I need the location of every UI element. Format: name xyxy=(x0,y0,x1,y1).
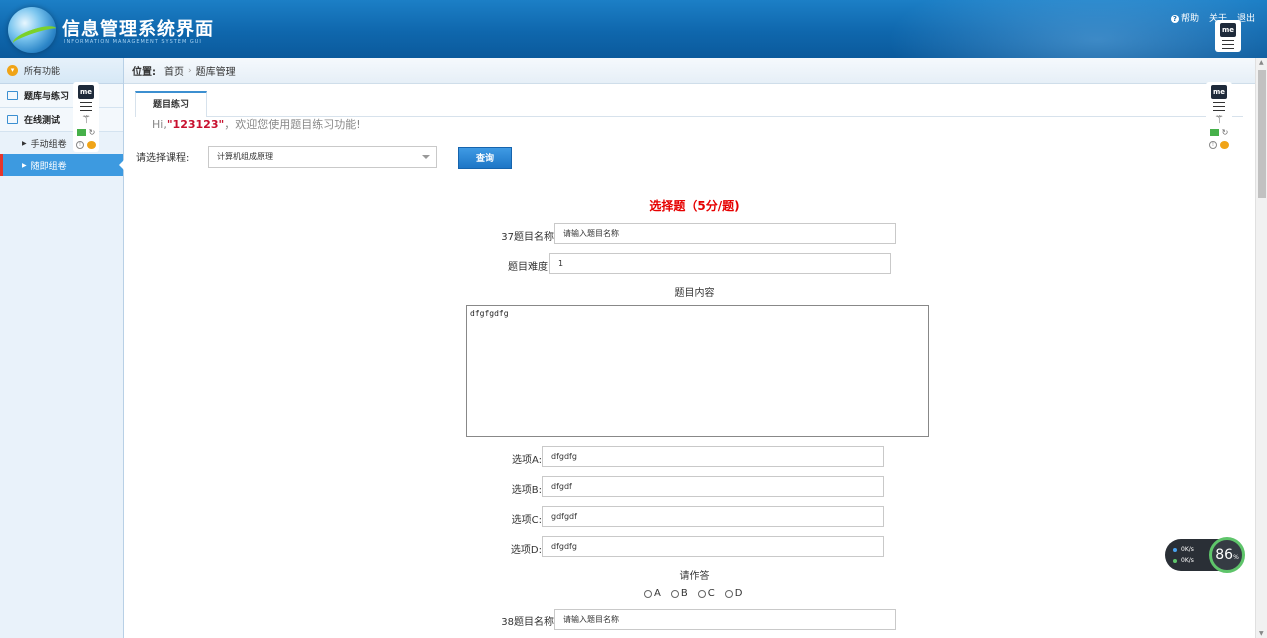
edit-icon xyxy=(7,115,18,124)
content-textarea[interactable]: dfgfgdfg xyxy=(466,305,929,437)
refresh-icon[interactable]: ↻ xyxy=(89,128,96,138)
option-c-input[interactable]: gdfgdf xyxy=(542,506,884,527)
answer-radio-a[interactable]: A xyxy=(644,588,661,599)
sidebar-group-online-test[interactable]: 在线测试 xyxy=(0,108,123,132)
scroll-down-icon[interactable]: ▼ xyxy=(1259,630,1264,637)
chevron-down-icon: ▾ xyxy=(7,65,18,76)
me-widget-left[interactable]: me ⚚ ↻ ! xyxy=(73,82,99,152)
breadcrumb-home[interactable]: 首页 xyxy=(164,63,184,78)
app-subtitle: INFORMATION MANAGEMENT SYSTEM GUI xyxy=(64,39,202,45)
app-title: 信息管理系统界面 xyxy=(62,19,214,40)
download-dot-icon xyxy=(1173,558,1177,563)
user-name: "123123" xyxy=(166,118,225,131)
logo-icon xyxy=(8,7,56,53)
top-links: ? 帮助 关于 退出 xyxy=(1170,11,1255,24)
option-b-label: 选项B: xyxy=(511,485,542,496)
sidebar-item-random-paper[interactable]: ▶ 随即组卷 xyxy=(0,154,124,176)
info-icon[interactable]: ! xyxy=(1209,141,1217,149)
answer-radio-b[interactable]: B xyxy=(670,588,688,599)
header-bar: 信息管理系统界面 INFORMATION MANAGEMENT SYSTEM G… xyxy=(0,0,1267,58)
download-speed: 0K/s xyxy=(1181,557,1194,564)
answer-label: 请作答 xyxy=(679,571,710,582)
main-content: 位置: 首页 › 题库管理 题目练习 Hi,"123123"，欢迎您使用题目练习… xyxy=(124,58,1255,638)
breadcrumb: 位置: 首页 › 题库管理 xyxy=(124,58,1255,84)
sidebar-group-question-bank[interactable]: 题库与练习 xyxy=(0,84,123,108)
sidebar-all-functions[interactable]: ▾ 所有功能 xyxy=(0,58,123,84)
scrollbar-thumb[interactable] xyxy=(1258,70,1266,198)
option-d-input[interactable]: dfgdfg xyxy=(542,536,884,557)
menu-icon[interactable] xyxy=(1213,102,1225,111)
course-select[interactable]: 计算机组成原理 xyxy=(208,146,437,168)
option-d-label: 选项D: xyxy=(510,545,542,556)
net-speed-widget[interactable]: 0K/s 0K/s 86% xyxy=(1165,537,1245,573)
content-label: 题目内容 xyxy=(674,288,715,299)
breadcrumb-prefix: 位置: xyxy=(132,67,156,78)
question-name-input[interactable]: 请输入题目名称 xyxy=(554,223,896,244)
help-icon: ? xyxy=(1170,15,1179,23)
magic-wand-icon[interactable]: ⚚ xyxy=(81,114,91,125)
question-name-label: 37题目名称 xyxy=(501,232,554,243)
upload-speed: 0K/s xyxy=(1181,546,1194,553)
eye-icon[interactable] xyxy=(87,141,96,149)
option-b-input[interactable]: dfgdf xyxy=(542,476,884,497)
screen-icon[interactable] xyxy=(1209,129,1219,136)
breadcrumb-separator-icon: › xyxy=(188,65,192,76)
screen-icon[interactable] xyxy=(76,129,86,136)
chevron-down-icon xyxy=(422,155,430,159)
info-icon[interactable]: ! xyxy=(76,141,84,149)
option-a-label: 选项A: xyxy=(511,455,542,466)
scroll-up-icon[interactable]: ▲ xyxy=(1259,59,1264,66)
menu-icon[interactable] xyxy=(80,102,92,111)
tab-bar: 题目练习 xyxy=(135,91,1243,117)
greeting: Hi,"123123"，欢迎您使用题目练习功能! xyxy=(152,118,361,131)
triangle-right-icon: ▶ xyxy=(22,139,27,147)
eye-icon[interactable] xyxy=(1220,141,1229,149)
difficulty-label: 题目难度 xyxy=(508,262,548,273)
menu-icon[interactable] xyxy=(1222,40,1234,49)
upload-dot-icon xyxy=(1173,547,1177,552)
option-a-input[interactable]: dfgdfg xyxy=(542,446,884,467)
me-badge-icon[interactable]: me xyxy=(1211,85,1227,99)
tab-question-practice[interactable]: 题目练习 xyxy=(135,91,207,117)
answer-radio-group: A B C D xyxy=(644,588,742,599)
course-label: 请选择课程: xyxy=(136,153,190,164)
memory-gauge: 86% xyxy=(1209,537,1245,573)
monitor-icon xyxy=(7,91,18,100)
me-badge-icon[interactable]: me xyxy=(78,85,94,99)
breadcrumb-current: 题库管理 xyxy=(195,67,236,78)
sidebar: ▾ 所有功能 题库与练习 在线测试 ▶ 手动组卷 ▶ 随即组卷 xyxy=(0,58,124,638)
next-question-name-label: 38题目名称 xyxy=(501,617,554,628)
refresh-icon[interactable]: ↻ xyxy=(1222,128,1229,138)
sidebar-item-manual-paper[interactable]: ▶ 手动组卷 xyxy=(0,132,123,154)
difficulty-input[interactable]: 1 xyxy=(549,253,891,274)
section-title: 选择题（5分/题) xyxy=(649,199,740,213)
magic-wand-icon[interactable]: ⚚ xyxy=(1214,114,1224,125)
next-question-name-input[interactable]: 请输入题目名称 xyxy=(554,609,896,630)
page-scrollbar[interactable]: ▲ ▼ xyxy=(1255,58,1267,638)
answer-radio-c[interactable]: C xyxy=(697,588,715,599)
help-link[interactable]: ? 帮助 xyxy=(1170,11,1199,24)
answer-radio-d[interactable]: D xyxy=(724,588,742,599)
query-button[interactable]: 查询 xyxy=(458,147,512,169)
triangle-right-icon: ▶ xyxy=(22,161,27,169)
me-widget-top[interactable]: me xyxy=(1215,20,1241,52)
me-badge-icon[interactable]: me xyxy=(1220,23,1236,37)
me-widget-right[interactable]: me ⚚ ↻ ! xyxy=(1206,82,1232,152)
option-c-label: 选项C: xyxy=(511,515,542,526)
header-glow xyxy=(887,0,1267,58)
